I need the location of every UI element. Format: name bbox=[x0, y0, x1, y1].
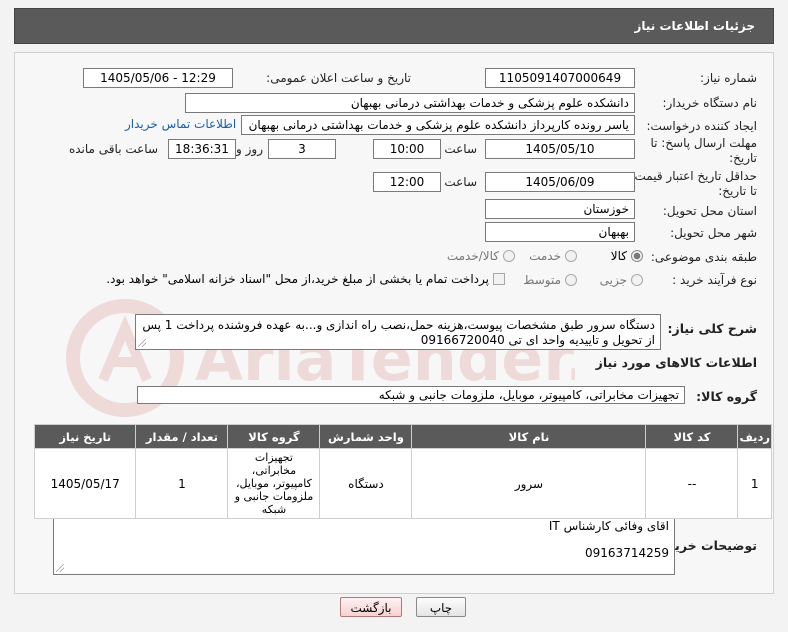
price-validity-time-field: 12:00 bbox=[373, 172, 441, 192]
treasury-payment-checkbox[interactable]: پرداخت تمام یا بخشی از مبلغ خرید،از محل … bbox=[106, 272, 505, 286]
remaining-time-field: 18:36:31 bbox=[168, 139, 236, 159]
announce-date-field: 1405/05/06 - 12:29 bbox=[83, 68, 233, 88]
process-option-minor[interactable]: جزیی bbox=[600, 273, 643, 287]
table-row: 1 -- سرور دستگاه تجهیزات مخابراتی، کامپی… bbox=[33, 448, 772, 519]
description-label: شرح کلی نیاز: bbox=[667, 321, 757, 336]
deadline-label: مهلت ارسال پاسخ: تا bbox=[650, 136, 757, 150]
requester-field: یاسر رونده کارپرداز دانشکده علوم پزشکی و… bbox=[241, 115, 635, 135]
page-background: جزئیات اطلاعات نیاز AriaTender.net شماره… bbox=[0, 0, 788, 632]
category-label: طبقه بندی موضوعی: bbox=[650, 250, 757, 264]
item-code-cell: -- bbox=[645, 448, 739, 519]
column-header: کد کالا bbox=[645, 424, 739, 449]
page-title: جزئیات اطلاعات نیاز bbox=[634, 19, 755, 33]
description-textarea[interactable]: دستگاه سرور طبق مشخصات پیوست،هزینه حمل،ن… bbox=[135, 314, 661, 350]
column-header: ردیف bbox=[737, 424, 772, 449]
radio-checked-icon bbox=[631, 250, 643, 262]
item-group-cell: تجهیزات مخابراتی، کامپیوتر، موبایل، ملزو… bbox=[227, 448, 321, 519]
deadline-time-field: 10:00 bbox=[373, 139, 441, 159]
goods-info-title: اطلاعات کالاهای مورد نیاز bbox=[595, 355, 757, 370]
radio-icon bbox=[565, 274, 577, 286]
remaining-label: ساعت باقی مانده bbox=[68, 142, 158, 156]
resize-handle-icon[interactable] bbox=[138, 339, 146, 347]
column-header: نام کالا bbox=[411, 424, 647, 449]
process-option-medium[interactable]: متوسط bbox=[523, 273, 577, 287]
category-option-goods-service[interactable]: کالا/خدمت bbox=[447, 249, 515, 263]
column-header: واحد شمارش bbox=[319, 424, 413, 449]
category-option-service[interactable]: خدمت bbox=[529, 249, 577, 263]
item-name-cell: سرور bbox=[411, 448, 647, 519]
goods-group-label: گروه کالا: bbox=[696, 389, 757, 404]
resize-handle-icon[interactable] bbox=[56, 564, 64, 572]
items-table: ردیف کد کالا نام کالا واحد شمارش گروه کا… bbox=[33, 424, 772, 519]
city-field: بهبهان bbox=[485, 222, 635, 242]
days-label: روز و bbox=[236, 142, 263, 156]
page-header: جزئیات اطلاعات نیاز bbox=[14, 8, 774, 44]
price-validity-label-date: تا تاریخ: bbox=[718, 184, 757, 198]
deadline-date-field: 1405/05/10 bbox=[485, 139, 635, 159]
description-text: دستگاه سرور طبق مشخصات پیوست،هزینه حمل،ن… bbox=[142, 318, 655, 347]
province-field: خوزستان bbox=[485, 199, 635, 219]
need-number-label: شماره نیاز: bbox=[700, 71, 757, 85]
quantity-cell: 1 bbox=[135, 448, 229, 519]
buyer-contact-link[interactable]: اطلاعات تماس خریدار bbox=[125, 117, 236, 131]
need-date-cell: 1405/05/17 bbox=[33, 448, 137, 519]
radio-icon bbox=[631, 274, 643, 286]
radio-icon bbox=[503, 250, 515, 262]
print-button[interactable]: چاپ bbox=[416, 597, 466, 617]
aria-tender-watermark: AriaTender.net bbox=[66, 299, 575, 417]
column-header: تاریخ نیاز bbox=[33, 424, 137, 449]
goods-group-field: تجهیزات مخابراتی، کامپیوتر، موبایل، ملزو… bbox=[137, 386, 685, 404]
price-validity-label: حداقل تاریخ اعتبار قیمت: bbox=[630, 169, 757, 183]
radio-icon bbox=[565, 250, 577, 262]
table-header-row: ردیف کد کالا نام کالا واحد شمارش گروه کا… bbox=[33, 424, 772, 449]
buyer-org-field: دانشکده علوم پزشکی و خدمات بهداشتی درمان… bbox=[185, 93, 635, 113]
province-label: استان محل تحویل: bbox=[662, 204, 757, 218]
buyer-notes-line-1: اقای وفائی کارشناس IT bbox=[548, 519, 669, 533]
back-button[interactable]: بازگشت bbox=[340, 597, 402, 617]
buyer-notes-line-2: 09163714259 bbox=[585, 546, 669, 560]
column-header: گروه کالا bbox=[227, 424, 321, 449]
deadline-label-date: تاریخ: bbox=[729, 151, 757, 165]
need-number-field: 1105091407000649 bbox=[485, 68, 635, 88]
buyer-notes-textarea[interactable]: اقای وفائی کارشناس IT 09163714259 bbox=[53, 513, 675, 575]
unit-cell: دستگاه bbox=[319, 448, 413, 519]
row-index-cell: 1 bbox=[737, 448, 772, 519]
deadline-time-label: ساعت bbox=[444, 142, 477, 156]
price-validity-date-field: 1405/06/09 bbox=[485, 172, 635, 192]
column-header: تعداد / مقدار bbox=[135, 424, 229, 449]
category-option-goods[interactable]: کالا bbox=[611, 249, 643, 263]
buyer-org-label: نام دستگاه خریدار: bbox=[662, 96, 758, 110]
city-label: شهر محل تحویل: bbox=[670, 226, 757, 240]
days-remaining-field: 3 bbox=[268, 139, 336, 159]
price-validity-time-label: ساعت bbox=[444, 175, 477, 189]
requester-label: ایجاد کننده درخواست: bbox=[646, 119, 757, 133]
checkbox-icon bbox=[493, 273, 505, 285]
process-label: نوع فرآیند خرید : bbox=[672, 273, 757, 287]
announce-date-label: تاریخ و ساعت اعلان عمومی: bbox=[266, 71, 411, 85]
